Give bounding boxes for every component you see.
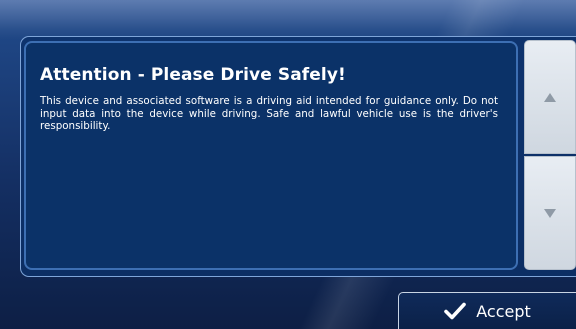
triangle-down-icon <box>544 208 556 218</box>
accept-label: Accept <box>476 301 531 321</box>
scroll-down-button[interactable] <box>524 156 576 270</box>
triangle-up-icon <box>544 92 556 102</box>
check-icon <box>444 302 467 320</box>
accept-button[interactable]: Accept <box>398 292 576 329</box>
dialog-message: This device and associated software is a… <box>40 95 498 132</box>
dialog-title: Attention - Please Drive Safely! <box>40 65 346 85</box>
message-panel: Attention - Please Drive Safely! This de… <box>24 41 518 270</box>
scroll-up-button[interactable] <box>524 40 576 154</box>
